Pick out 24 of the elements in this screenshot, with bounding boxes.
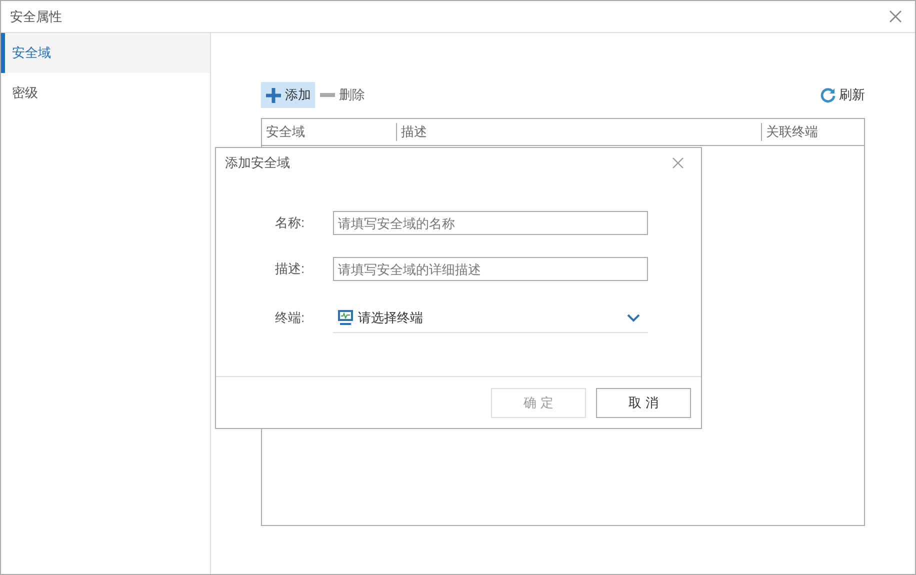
column-header[interactable]: 关联终端 [761, 123, 864, 141]
window-title: 安全属性 [10, 8, 62, 26]
delete-button[interactable]: 删除 [315, 82, 369, 108]
input-field[interactable]: 请填写安全域的详细描述 [333, 257, 648, 281]
field-label: 名称: [274, 214, 306, 232]
select-field[interactable]: 请选择终端 [333, 303, 648, 333]
monitor-icon [337, 309, 354, 326]
minus-icon [320, 93, 335, 97]
column-header[interactable]: 描述 [396, 123, 761, 141]
plus-icon [265, 86, 282, 104]
cancel-button[interactable]: 取 消 [596, 388, 691, 418]
input-field[interactable]: 请填写安全域的名称 [333, 211, 648, 235]
close-icon[interactable] [889, 10, 902, 23]
refresh-button[interactable]: 刷新 [820, 82, 865, 108]
field-label: 描述: [274, 260, 306, 278]
refresh-icon [820, 87, 836, 103]
sidebar-item[interactable]: 安全域 [1, 33, 210, 73]
column-header[interactable]: 安全域 [262, 119, 396, 145]
add-button[interactable]: 添加 [261, 82, 315, 108]
close-icon[interactable] [672, 157, 684, 169]
dialog-title: 添加安全域 [225, 154, 290, 172]
sidebar-item[interactable]: 密级 [1, 73, 210, 113]
field-label: 终端: [274, 309, 306, 328]
chevron-down-icon [627, 314, 640, 322]
